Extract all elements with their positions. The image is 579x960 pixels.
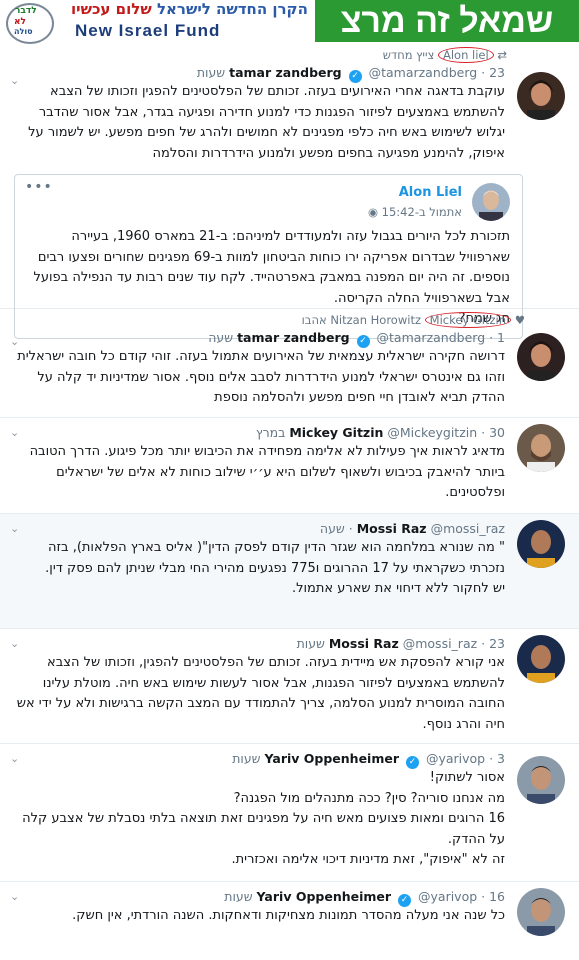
more-options-icon[interactable]: ••• [25, 179, 53, 195]
tweet[interactable]: ⌄ Mickey Gitzin @Mickeygitzin · 30 במרץ … [0, 418, 579, 514]
chevron-down-icon[interactable]: ⌄ [10, 522, 19, 535]
user-name[interactable]: Mossi Raz [329, 636, 399, 651]
liker-other[interactable]: Nitzan Horowitz [330, 313, 421, 327]
tweet-header: tamar zandberg ✓ @tamarzandberg · 23 שעו… [196, 65, 505, 83]
like-context: ♥ Mickey Gitzin Nitzan Horowitz אהבו [301, 312, 525, 328]
nif-hebrew: הקרן החדשה לישראל שלום עכשיו [71, 0, 308, 18]
avatar[interactable] [517, 756, 565, 804]
retweet-context: ⇄ Alon liel צייץ מחדש [382, 47, 507, 63]
chevron-down-icon[interactable]: ⌄ [10, 335, 19, 348]
liker-name[interactable]: Mickey Gitzin [424, 312, 512, 328]
logo-line2: לא [14, 17, 26, 27]
campaign-banner: לדבר לא סולה הקרן החדשה לישראל שלום עכשי… [0, 0, 579, 44]
globe-icon: ◉ [367, 205, 378, 219]
user-handle[interactable]: @mossi_raz [403, 636, 477, 651]
tweet-header: tamar zandberg ✓ @tamarzandberg · 1 שעה [208, 330, 505, 348]
tweet-header: Mossi Raz @mossi_raz · שעה [319, 521, 505, 536]
tweet-feed: ⇄ Alon liel צייץ מחדש ⌄ tamar zandberg ✓… [0, 44, 579, 940]
avatar[interactable] [517, 520, 565, 568]
logo-line1: לדבר [15, 6, 37, 16]
tweet-line: זה לא "איפוק", זאת מדיניות דיכוי אלימה ו… [231, 852, 505, 867]
chevron-down-icon[interactable]: ⌄ [10, 752, 19, 765]
avatar[interactable] [517, 72, 565, 120]
quoted-avatar [472, 183, 510, 221]
tweet[interactable]: ⌄ Yariv Oppenheimer ✓ @yarivop · 16 שעות… [0, 882, 579, 940]
avatar[interactable] [517, 888, 565, 936]
user-handle[interactable]: @tamarzandberg [377, 330, 486, 345]
campaign-slogan: שמאל זה מרצ [315, 0, 579, 42]
avatar[interactable] [517, 635, 565, 683]
tweet-text: כל שנה אני מעלה מהסדר תמונות מצחיקות ודא… [72, 908, 505, 923]
tweet-header: Yariv Oppenheimer ✓ @yarivop · 3 שעות [232, 751, 505, 769]
retweeter-name[interactable]: Alon liel [438, 47, 494, 63]
tweet-header: Yariv Oppenheimer ✓ @yarivop · 16 שעות [224, 889, 505, 907]
tweet[interactable]: ⌄ Yariv Oppenheimer ✓ @yarivop · 3 שעות … [0, 744, 579, 882]
user-name[interactable]: Yariv Oppenheimer [264, 751, 399, 766]
peace-now-text: שלום עכשיו [71, 0, 152, 18]
tweet[interactable]: ♥ Mickey Gitzin Nitzan Horowitz אהבו ⌄ t… [0, 309, 579, 418]
tweet-header: Mickey Gitzin @Mickeygitzin · 30 במרץ [255, 425, 505, 440]
tweet[interactable]: ⌄ Mossi Raz @mossi_raz · 23 שעות אני קור… [0, 629, 579, 744]
user-name[interactable]: Mossi Raz [357, 521, 427, 536]
user-handle[interactable]: @mossi_raz [431, 521, 505, 536]
retweet-icon: ⇄ [497, 48, 507, 62]
tweet-text: " מה שנורא במלחמה הוא שגזר הדין קודם לפס… [45, 540, 505, 576]
user-name[interactable]: Yariv Oppenheimer [257, 889, 392, 904]
tweet-text: מדאיג לראות איך פעילות לא אלימה מפחידה א… [29, 444, 505, 500]
chevron-down-icon[interactable]: ⌄ [10, 74, 19, 87]
quoted-text: תזכורת לכל היורים בגבול עזה ולמעודדים למ… [33, 229, 510, 306]
tweet[interactable]: ⇄ Alon liel צייץ מחדש ⌄ tamar zandberg ✓… [0, 44, 579, 339]
user-name[interactable]: tamar zandberg [237, 330, 349, 345]
chevron-down-icon[interactable]: ⌄ [10, 426, 19, 439]
rabbis-logo: לדבר לא סולה [0, 0, 67, 44]
quoted-time: אתמול ב-15:42 ◉ [367, 205, 462, 219]
tweet-line: אסור לשתוק! [429, 770, 505, 785]
user-name[interactable]: tamar zandberg [229, 65, 341, 80]
tweet[interactable]: ⌄ Mossi Raz @mossi_raz · שעה " מה שנורא … [0, 514, 579, 629]
user-handle[interactable]: @tamarzandberg [369, 65, 478, 80]
tweet-header: Mossi Raz @mossi_raz · 23 שעות [296, 636, 505, 651]
tweet-text: דרושה חקירה ישראלית עצמאית של האירועים א… [17, 349, 505, 405]
user-handle[interactable]: @yarivop [426, 751, 485, 766]
chevron-down-icon[interactable]: ⌄ [10, 637, 19, 650]
tweet-tail: יש לחקור ללא דיחוי את שארע אתמול. [291, 581, 505, 596]
nif-logo: הקרן החדשה לישראל שלום עכשיו New Israel … [67, 0, 315, 42]
tweet-line: מה אנחנו סוריה? סין? ככה מתנהלים מול הפג… [233, 790, 505, 806]
quoted-user-name[interactable]: Alon Liel [25, 183, 462, 203]
tweet-time[interactable]: שעה [320, 521, 345, 536]
avatar[interactable] [517, 424, 565, 472]
user-name[interactable]: Mickey Gitzin [289, 425, 383, 440]
tweet-text: אני קורא להפסקת אש מיידית בעזה. זכותם של… [16, 655, 505, 732]
nif-english: New Israel Fund [75, 21, 221, 40]
user-handle[interactable]: @yarivop [418, 889, 477, 904]
user-handle[interactable]: @Mickeygitzin [387, 425, 477, 440]
heart-icon: ♥ [514, 313, 525, 327]
tweet-text: עוקבת בדאגה אחרי האירועים בעזה. זכותם של… [28, 84, 505, 161]
logo-line3: סולה [14, 27, 33, 36]
chevron-down-icon[interactable]: ⌄ [10, 890, 19, 903]
tweet-line: 16 הרוגים ומאות פצועים מאש חיה על מפגיני… [22, 811, 505, 847]
avatar[interactable] [517, 333, 565, 381]
verified-icon: ✓ [405, 756, 419, 769]
